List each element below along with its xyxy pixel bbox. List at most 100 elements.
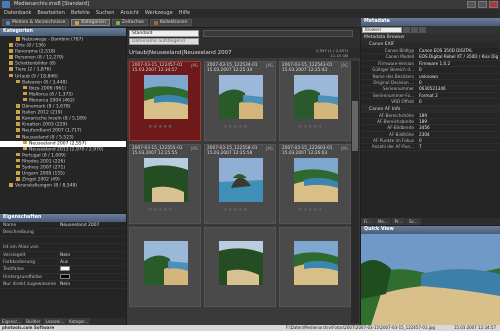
left-panel-tab[interactable]: Builder — [24, 318, 43, 325]
search-box[interactable] — [203, 30, 353, 37]
property-value[interactable] — [60, 229, 126, 235]
metadata-filter-button[interactable] — [419, 27, 426, 33]
metadata-value[interactable]: Firmware 1.0.2 — [417, 61, 500, 66]
thumbnail-name: 2007-03-15_122555-01 15.03.2007 12:25:55 — [132, 146, 183, 156]
rating-stars[interactable]: ★★★★★ — [148, 207, 173, 213]
metadata-tab[interactable]: Fi... — [361, 218, 374, 225]
tab-2[interactable]: Zeitachse — [111, 19, 148, 26]
metadata-refresh-button[interactable] — [411, 27, 418, 33]
tree-item-label: Mallorca (8 / 1,375) — [29, 92, 73, 98]
tree-item-label: Zingst 2002 (49) — [22, 177, 60, 183]
metadata-mode-select[interactable]: Browser — [362, 27, 402, 33]
metadata-key: VRD Offset — [391, 99, 414, 105]
tab-3[interactable]: Kollektionen — [149, 19, 192, 26]
property-value[interactable] — [60, 237, 126, 243]
canon-af-info-group[interactable]: Canon AF Info — [361, 105, 500, 113]
metadata-tab[interactable]: Pr... — [391, 218, 406, 225]
rating-stars[interactable]: ★★★★★ — [298, 124, 323, 130]
menu-item-datenbank[interactable]: Datenbank — [4, 9, 31, 18]
metadata-section-header[interactable]: Metadata Browser — [361, 34, 500, 41]
properties-panel-title: Eigenschaften — [0, 214, 126, 222]
menu-item-suchen[interactable]: Suchen — [96, 9, 115, 18]
thumbnail-card[interactable]: 2007-03-15_122555-01 15.03.2007 12:25:55 J… — [129, 144, 201, 224]
metadata-value[interactable]: 189 — [417, 119, 500, 124]
metadata-value[interactable]: Canon EOS 350D DIGITAL — [417, 48, 500, 53]
tab-label: Zeitachse — [121, 20, 144, 25]
menu-item-befehle[interactable]: Befehle — [71, 9, 90, 18]
tab-label: Kategorien — [81, 20, 106, 25]
thumbnail-image — [294, 158, 338, 202]
property-value[interactable] — [60, 273, 126, 280]
property-value[interactable]: Nein — [60, 281, 126, 287]
thumbnail-card[interactable]: 2007-03-15_122558-01 15.03.2007 12:25:58 J… — [204, 144, 276, 224]
quick-view-image — [361, 234, 500, 325]
metadata-value[interactable]: 7 — [417, 144, 500, 149]
thumbnail-card[interactable]: 2007-03-15_122543-01 15.03.2007 12:25:43 J… — [279, 61, 351, 141]
thumbnail-card[interactable]: 2007-03-15_122603-01 15.03.2007 12:26:03 J… — [279, 144, 351, 224]
rating-stars[interactable]: ★★★★★ — [223, 207, 248, 213]
minimize-button[interactable] — [467, 1, 476, 8]
status-date: 15.03.2007 12:34:57 — [453, 325, 496, 330]
metadata-value[interactable]: 0 — [417, 99, 500, 104]
property-value[interactable]: Nein — [60, 252, 126, 258]
properties-panel: Eigenschaften Name Neuseeland 2007 Beschre… — [0, 214, 126, 318]
layout-select[interactable]: Standard — [129, 30, 199, 37]
metadata-key: AF-Bildhöhe — [389, 131, 414, 137]
metadata-save-button[interactable] — [403, 27, 410, 33]
metadata-value[interactable]: 0 — [417, 80, 500, 85]
vertical-scrollbar[interactable] — [351, 61, 359, 323]
left-panel-tab[interactable]: Lesezei... — [43, 318, 67, 325]
metadata-value[interactable]: 0 — [417, 138, 500, 143]
tree-item-label: Menorca 2004 (462) — [29, 98, 75, 104]
metadata-value[interactable]: unknown — [417, 74, 500, 79]
left-panel-tab[interactable]: Eigensc... — [0, 318, 24, 325]
tree-item-label: Neufundland 2007 (1,717) — [22, 128, 82, 134]
left-panel-tab[interactable]: Kategor... — [67, 318, 91, 325]
metadata-tab[interactable]: Sc... — [406, 218, 421, 225]
metadata-value[interactable]: 2304 — [417, 132, 500, 137]
metadata-value[interactable]: Format 2 — [417, 93, 500, 98]
menu-item-hilfe[interactable]: Hilfe — [179, 9, 190, 18]
thumbnail-card[interactable] — [129, 227, 201, 307]
metadata-key: Canon Modell — [385, 54, 414, 60]
folder-icon — [16, 37, 20, 41]
tree-item[interactable]: Veranstaltungen (8 / 8,548) — [0, 183, 126, 189]
folder-icon — [9, 67, 13, 71]
metadata-value[interactable]: 0 — [417, 67, 500, 72]
metadata-value[interactable]: 3456 — [417, 125, 500, 130]
menu-item-bearbeiten[interactable]: Bearbeiten — [37, 9, 64, 18]
color-swatch[interactable] — [60, 266, 70, 272]
thumbnail-card[interactable]: 2007-03-15_122457-01 15.03.2007 12:34:57 J… — [129, 61, 201, 141]
quick-view-title: Quick View — [361, 226, 500, 234]
close-button[interactable] — [489, 1, 498, 8]
rating-stars[interactable]: ★★★★★ — [223, 124, 248, 130]
menu-item-ansicht[interactable]: Ansicht — [120, 9, 138, 18]
menu-item-werkzeuge[interactable]: Werkzeuge — [145, 9, 173, 18]
property-row: Name Neuseeland 2007 — [0, 222, 126, 230]
rating-stars[interactable]: ★★★★★ — [298, 207, 323, 213]
thumbnail-name: 2007-03-15_122534-01 15.03.2007 12:25:34 — [207, 63, 258, 73]
metadata-value[interactable]: 0630521346 — [417, 86, 500, 91]
metadata-tab[interactable]: Me... — [374, 218, 391, 225]
metadata-value[interactable]: 189 — [417, 113, 500, 118]
canon-exif-group[interactable]: Canon EXIF — [361, 41, 500, 48]
thumbnail-card[interactable] — [279, 227, 351, 307]
maximize-button[interactable] — [478, 1, 487, 8]
sort-select[interactable]: Dateiname aufsteigend — [129, 38, 199, 45]
thumbnail-ext: JPG — [266, 146, 273, 151]
metadata-value[interactable]: EOS Digital Rebel XT / 350D / Kiss Dig — [417, 54, 500, 59]
tab-0[interactable]: Medien & Verzeichnisse — [2, 19, 70, 26]
scrollbar-thumb[interactable] — [352, 101, 358, 151]
thumbnail-card[interactable]: 2007-03-15_122534-01 15.03.2007 12:25:34 J… — [204, 61, 276, 141]
property-value[interactable]: Neuseeland 2007 — [60, 222, 126, 228]
property-value[interactable]: Aus — [60, 259, 126, 265]
property-value[interactable] — [60, 266, 126, 272]
tab-1[interactable]: Kategorien — [71, 19, 110, 26]
color-swatch[interactable] — [60, 273, 70, 279]
property-value[interactable] — [60, 244, 126, 250]
rating-stars[interactable]: ★★★★★ — [148, 124, 173, 130]
tab-label: Kollektionen — [159, 20, 188, 25]
folder-icon — [16, 152, 20, 157]
thumbnail-card[interactable] — [204, 227, 276, 307]
title-bar: Medienarchiv.ims8 [Standard] — [0, 0, 500, 9]
